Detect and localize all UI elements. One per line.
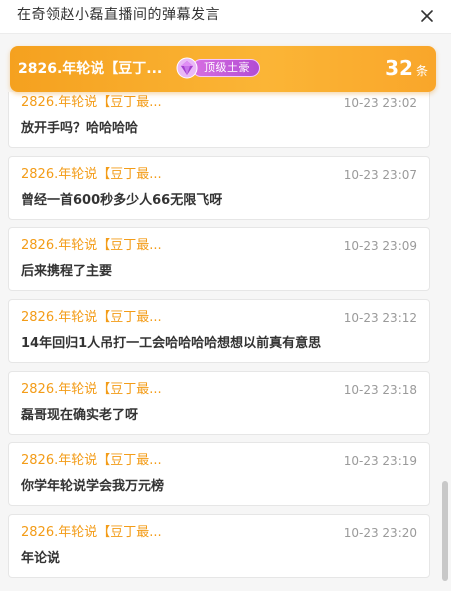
- message-count: 32 条: [385, 56, 428, 83]
- message-time: 10-23 23:18: [343, 383, 417, 397]
- scrollbar-thumb[interactable]: [442, 481, 448, 581]
- purple-gem-icon: [176, 57, 198, 79]
- sender-name: 2826.年轮说【豆丁最...: [21, 453, 162, 468]
- message-time: 10-23 23:09: [343, 239, 417, 253]
- message-time: 10-23 23:02: [343, 96, 417, 110]
- message-time: 10-23 23:12: [343, 311, 417, 325]
- message-text: 14年回归1人吊打一工会哈哈哈哈想想以前真有意思: [21, 336, 322, 351]
- message-text: 放开手吗？哈哈哈哈: [21, 121, 139, 136]
- sender-name: 2826.年轮说【豆丁最...: [21, 310, 162, 325]
- count-number: 32: [385, 56, 413, 80]
- sender-name: 2826.年轮说【豆丁最...: [21, 95, 162, 110]
- rank-badge: 顶级土豪: [176, 56, 264, 80]
- message-list[interactable]: 2826.年轮说【豆丁最... 10-23 23:02 放开手吗？哈哈哈哈 28…: [0, 92, 451, 591]
- sender-name: 2826.年轮说【豆丁最...: [21, 167, 162, 182]
- list-item: 2826.年轮说【豆丁最... 10-23 23:02 放开手吗？哈哈哈哈: [8, 92, 430, 148]
- message-text: 曾经一首600秒多少人66无限飞呀: [21, 193, 223, 208]
- message-text: 后来携程了主要: [21, 264, 113, 279]
- sender-name: 2826.年轮说【豆丁最...: [21, 238, 162, 253]
- message-text: 你学年轮说学会我万元榜: [21, 479, 165, 494]
- list-item: 2826.年轮说【豆丁最... 10-23 23:18 磊哥现在确实老了呀: [8, 371, 430, 435]
- list-item: 2826.年轮说【豆丁最... 10-23 23:12 14年回归1人吊打一工会…: [8, 299, 430, 363]
- list-item: 2826.年轮说【豆丁最... 10-23 23:07 曾经一首600秒多少人6…: [8, 156, 430, 220]
- list-item: 2826.年轮说【豆丁最... 10-23 23:19 你学年轮说学会我万元榜: [8, 442, 430, 506]
- danmaku-history-panel: 在奇领赵小磊直播间的弹幕发言 2826.年轮说【豆丁最... 10-23 23:…: [0, 0, 451, 591]
- sender-name: 2826.年轮说【豆丁最...: [21, 525, 162, 540]
- panel-title: 在奇领赵小磊直播间的弹幕发言: [17, 7, 220, 23]
- close-icon[interactable]: [417, 6, 437, 26]
- sender-name: 2826.年轮说【豆丁最...: [21, 382, 162, 397]
- message-time: 10-23 23:07: [343, 168, 417, 182]
- message-time: 10-23 23:20: [343, 526, 417, 540]
- count-unit: 条: [415, 64, 428, 78]
- user-summary-card: 2826.年轮说【豆丁... 顶级土豪 32 条: [10, 46, 436, 92]
- list-item: 2826.年轮说【豆丁最... 10-23 23:20 年论说: [8, 514, 430, 578]
- message-text: 年论说: [21, 551, 61, 566]
- badge-label: 顶级土豪: [204, 61, 250, 74]
- list-item: 2826.年轮说【豆丁最... 10-23 23:09 后来携程了主要: [8, 227, 430, 291]
- message-time: 10-23 23:19: [343, 454, 417, 468]
- message-text: 磊哥现在确实老了呀: [21, 408, 139, 423]
- user-name: 2826.年轮说【豆丁...: [18, 61, 163, 77]
- scrollbar[interactable]: [441, 92, 449, 591]
- close-button[interactable]: [417, 6, 437, 26]
- title-bar: 在奇领赵小磊直播间的弹幕发言: [0, 0, 451, 34]
